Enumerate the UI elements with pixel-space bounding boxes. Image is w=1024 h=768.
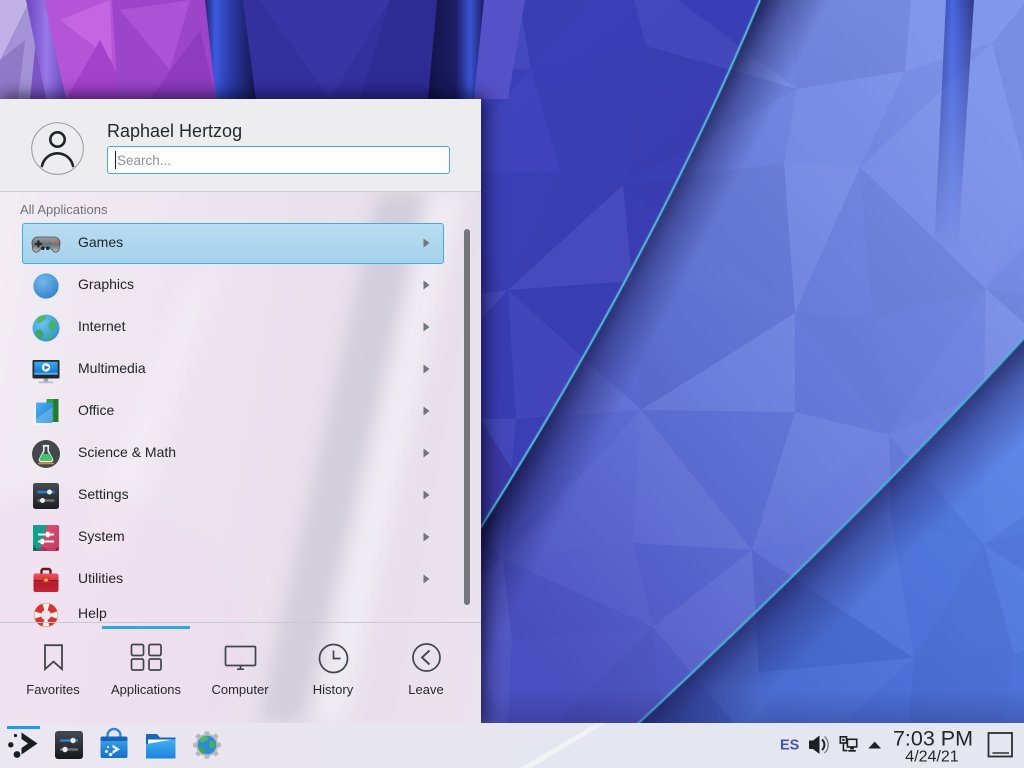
svg-text:4/24/21: 4/24/21 bbox=[905, 749, 958, 766]
svg-text:7:03 PM: 7:03 PM bbox=[893, 727, 973, 751]
svg-text:ES: ES bbox=[780, 738, 800, 754]
